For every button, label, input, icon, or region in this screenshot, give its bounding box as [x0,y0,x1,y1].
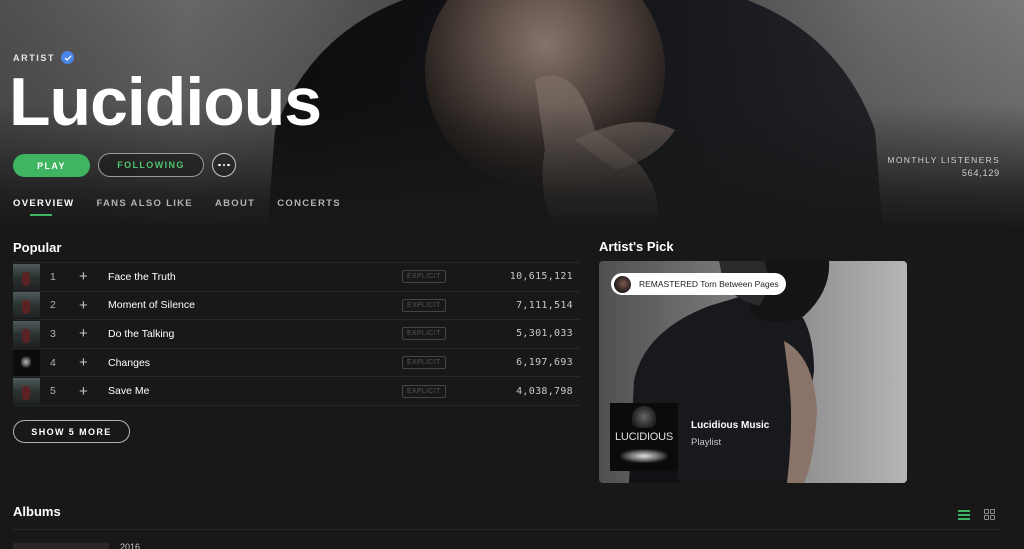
albums-divider [13,529,1001,530]
track-cover-art [13,292,40,319]
artist-tabs: OVERVIEW FANS ALSO LIKE ABOUT CONCERTS [13,198,363,218]
explicit-badge: EXPLICIT [402,384,446,398]
list-view-icon[interactable] [958,510,970,520]
pick-badge-avatar [614,275,631,293]
add-to-library-icon[interactable]: + [79,269,88,284]
add-to-library-icon[interactable]: + [79,326,88,341]
cover-text: LUCIDIOUS [614,431,674,443]
popular-tracks-list: 1 + Face the Truth EXPLICIT 10,615,121 2… [13,262,580,406]
explicit-badge: EXPLICIT [402,270,446,284]
artist-header: ARTIST Lucidious PLAY FOLLOWING OVERVIEW… [0,0,1024,230]
track-number: 5 [50,385,56,398]
tab-about[interactable]: ABOUT [215,198,255,218]
album-year: 2016 [120,542,141,549]
track-play-count: 10,615,121 [509,271,573,283]
artists-pick-card[interactable]: REMASTERED Torn Between Pages LUCIDIOUS … [599,261,907,483]
track-number: 4 [50,356,56,369]
monthly-listeners-label: MONTHLY LISTENERS [887,155,1000,165]
pick-badge[interactable]: REMASTERED Torn Between Pages [611,273,786,295]
playlist-type: Playlist [691,437,722,448]
add-to-library-icon[interactable]: + [79,384,88,399]
track-number: 2 [50,299,56,312]
artist-name: Lucidious [9,64,322,140]
explicit-badge: EXPLICIT [402,356,446,370]
monthly-listeners: MONTHLY LISTENERS 564,129 [888,155,1000,178]
tab-overview[interactable]: OVERVIEW [13,198,74,218]
following-button[interactable]: FOLLOWING [98,153,204,177]
track-title[interactable]: Moment of Silence [108,299,195,311]
show-more-button[interactable]: SHOW 5 MORE [13,420,130,443]
track-row[interactable]: 1 + Face the Truth EXPLICIT 10,615,121 [13,263,580,292]
more-dot-icon [222,163,226,167]
play-button[interactable]: PLAY [13,154,90,177]
track-title[interactable]: Do the Talking [108,328,174,340]
tab-concerts[interactable]: CONCERTS [277,198,341,218]
monthly-listeners-value: 564,129 [961,168,1000,178]
track-title[interactable]: Save Me [108,385,149,397]
track-cover-art [13,349,40,376]
track-row[interactable]: 3 + Do the Talking EXPLICIT 5,301,033 [13,320,580,349]
track-play-count: 7,111,514 [516,299,573,311]
artist-type-text: ARTIST [13,52,56,63]
grid-view-icon[interactable] [984,509,995,520]
pick-badge-text: REMASTERED Torn Between Pages [639,279,779,289]
track-play-count: 6,197,693 [516,357,573,369]
add-to-library-icon[interactable]: + [79,298,88,313]
track-title[interactable]: Changes [108,357,150,369]
track-cover-art [13,378,40,405]
explicit-badge: EXPLICIT [402,298,446,312]
more-dot-icon [227,163,230,167]
track-cover-art [13,320,40,347]
track-play-count: 4,038,798 [516,385,573,397]
track-number: 1 [50,270,56,283]
track-play-count: 5,301,033 [516,328,573,340]
track-row[interactable]: 2 + Moment of Silence EXPLICIT 7,111,514 [13,292,580,321]
track-cover-art [13,263,40,290]
albums-heading: Albums [13,504,61,519]
cover-figure [632,406,656,428]
playlist-name[interactable]: Lucidious Music [691,420,769,431]
track-row[interactable]: 4 + Changes EXPLICIT 6,197,693 [13,349,580,378]
popular-heading: Popular [13,240,62,255]
artists-pick-heading: Artist's Pick [599,239,674,254]
cover-figure-arms [620,449,668,463]
track-title[interactable]: Face the Truth [108,271,176,283]
add-to-library-icon[interactable]: + [79,355,88,370]
album-cover-art[interactable] [13,543,109,549]
track-number: 3 [50,327,56,340]
more-options-button[interactable] [212,153,236,177]
track-row[interactable]: 5 + Save Me EXPLICIT 4,038,798 [13,377,580,406]
tab-fans-also-like[interactable]: FANS ALSO LIKE [96,198,193,218]
explicit-badge: EXPLICIT [402,327,446,341]
playlist-cover-art[interactable]: LUCIDIOUS [610,403,678,471]
more-dot-icon [218,163,221,167]
